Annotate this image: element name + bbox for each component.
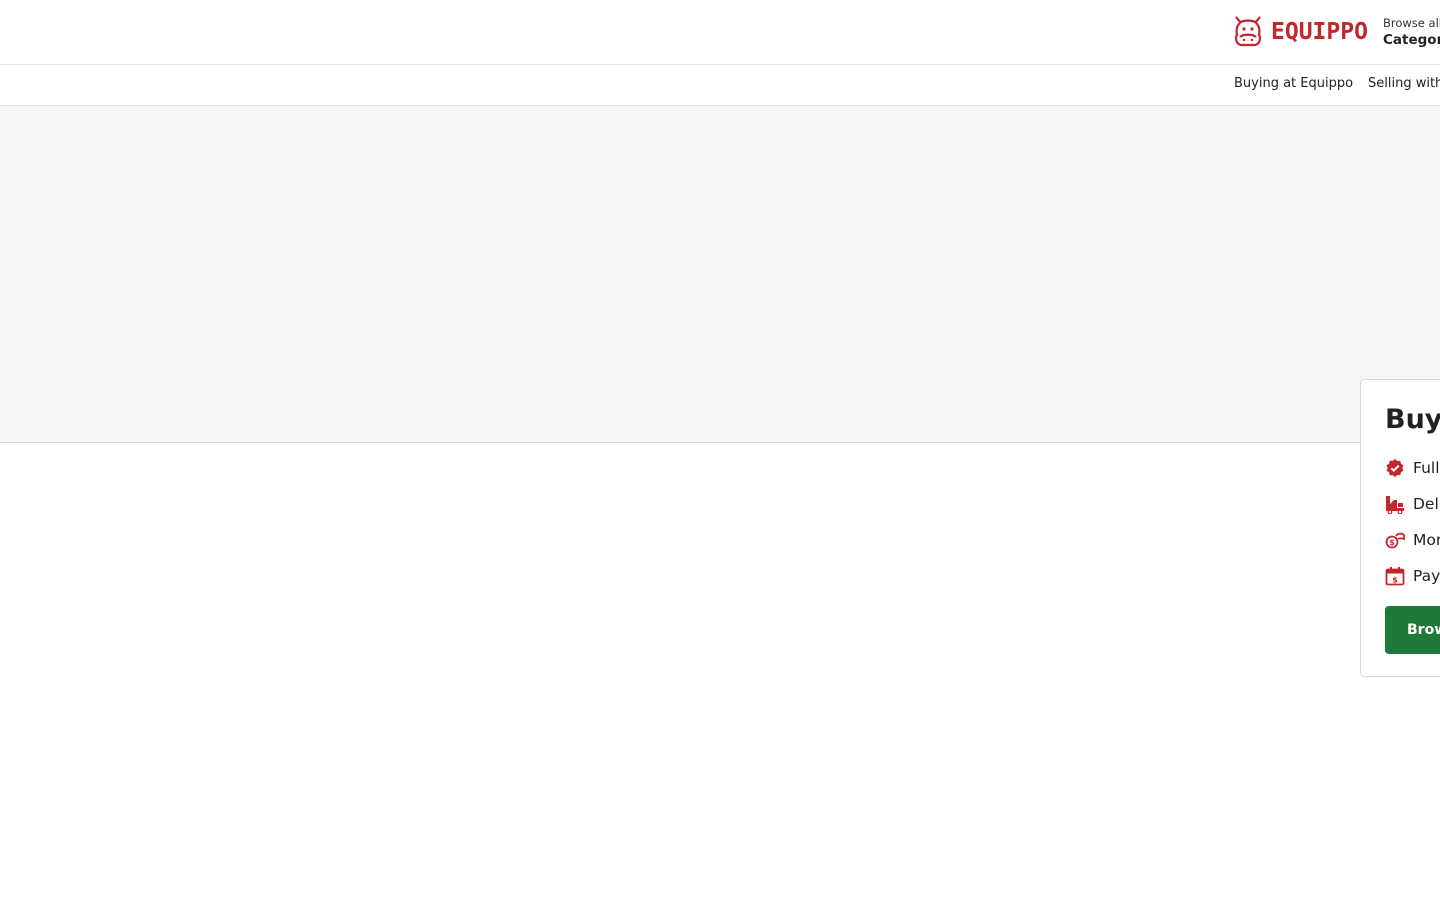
calendar-dollar-icon: $ [1385, 566, 1405, 586]
equippo-logo[interactable]: EQUIPPO [1231, 14, 1368, 50]
hippo-logo-icon [1231, 13, 1265, 51]
svg-text:$: $ [1392, 576, 1398, 585]
browse-label-categories: Categori [1383, 32, 1440, 48]
feature-text: Fully [1413, 459, 1440, 477]
secondary-nav: Buying at Equippo Selling with [0, 65, 1440, 106]
money-hand-icon: $ [1385, 530, 1405, 550]
feature-item: Deli [1385, 493, 1440, 515]
browse-button[interactable]: Brow [1385, 606, 1440, 654]
feature-text: Pay [1413, 567, 1440, 585]
feature-text: Deli [1413, 495, 1440, 513]
top-header: EQUIPPO Browse all Categori [0, 0, 1440, 65]
feature-item: $ Mor [1385, 529, 1440, 551]
buy-info-card: Buy Fully Deli [1360, 379, 1440, 677]
page: EQUIPPO Browse all Categori Buying at Eq… [0, 0, 1440, 900]
nav-link-buying[interactable]: Buying at Equippo [1234, 76, 1353, 91]
card-title: Buy [1385, 404, 1440, 435]
truck-icon [1385, 494, 1405, 515]
brand-name: EQUIPPO [1271, 19, 1368, 45]
feature-item: $ Pay [1385, 565, 1440, 587]
browse-categories-button[interactable]: Browse all Categori [1383, 16, 1440, 49]
hero-banner [0, 106, 1440, 443]
browse-label-small: Browse all [1383, 16, 1440, 30]
nav-link-selling[interactable]: Selling with [1368, 76, 1440, 91]
svg-text:$: $ [1389, 538, 1395, 547]
feature-text: Mor [1413, 531, 1440, 549]
feature-item: Fully [1385, 457, 1440, 479]
verified-badge-icon [1385, 458, 1405, 478]
